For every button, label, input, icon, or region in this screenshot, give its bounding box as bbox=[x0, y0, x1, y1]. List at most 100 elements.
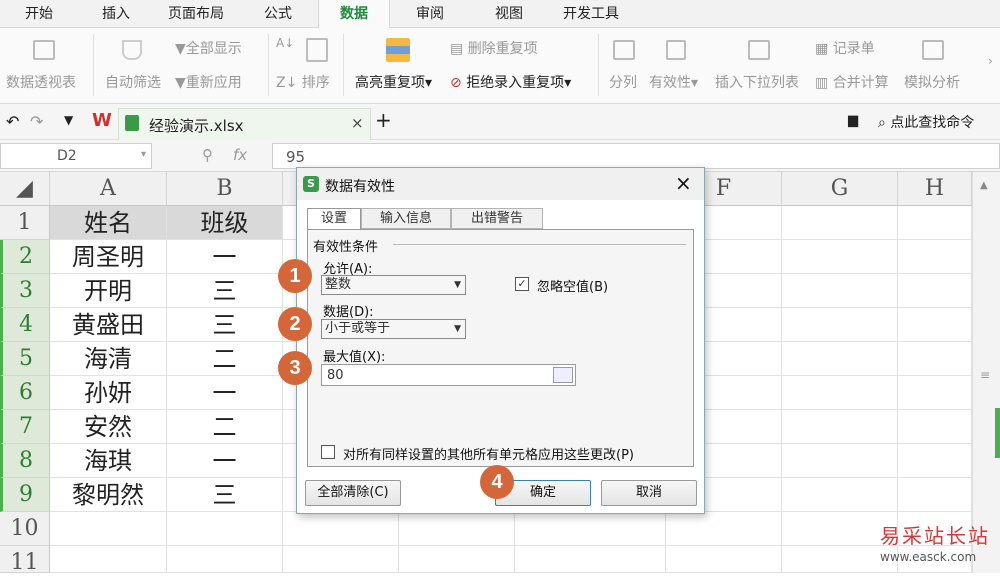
close-icon[interactable]: × bbox=[675, 171, 692, 195]
tab-developer[interactable]: 开发工具 bbox=[548, 0, 634, 28]
pivot-table-button[interactable]: 数据透视表 bbox=[6, 72, 76, 92]
simulate-button[interactable]: 模拟分析 bbox=[904, 72, 960, 92]
validity-button[interactable]: 有效性▾ bbox=[649, 72, 698, 92]
column-header-g[interactable]: G bbox=[782, 172, 898, 206]
tab-data[interactable]: 数据 bbox=[318, 0, 390, 29]
table-cell[interactable] bbox=[782, 478, 898, 512]
table-cell[interactable] bbox=[666, 546, 782, 573]
zoom-search-icon[interactable]: ⚲ bbox=[202, 146, 213, 164]
range-picker-icon[interactable] bbox=[553, 367, 573, 383]
table-cell[interactable]: 班级 bbox=[167, 206, 283, 240]
row-header[interactable]: 11 bbox=[0, 546, 50, 575]
consolidate-button[interactable]: ▥ 合并计算 bbox=[815, 72, 889, 92]
autofilter-button[interactable]: 自动筛选 bbox=[105, 72, 161, 92]
scroll-up-icon[interactable]: ▲ bbox=[980, 180, 988, 191]
table-cell[interactable] bbox=[782, 240, 898, 274]
table-cell[interactable] bbox=[515, 546, 666, 573]
table-cell[interactable]: 孙妍 bbox=[50, 376, 167, 410]
table-cell[interactable] bbox=[666, 512, 782, 546]
tab-insert[interactable]: 插入 bbox=[78, 0, 154, 28]
table-cell[interactable] bbox=[283, 546, 399, 573]
table-cell[interactable] bbox=[782, 206, 898, 240]
row-header[interactable]: 3 bbox=[0, 274, 50, 308]
table-cell[interactable]: 姓名 bbox=[50, 206, 167, 240]
row-header[interactable]: 6 bbox=[0, 376, 50, 410]
table-cell[interactable]: 一 bbox=[167, 444, 283, 478]
table-cell[interactable]: 三 bbox=[167, 308, 283, 342]
data-select[interactable]: 小于或等于 ▼ bbox=[321, 319, 466, 339]
formula-input[interactable]: 95 bbox=[272, 143, 1000, 169]
apply-all-checkbox[interactable] bbox=[321, 445, 335, 459]
row-header[interactable]: 8 bbox=[0, 444, 50, 478]
table-cell[interactable]: 海清 bbox=[50, 342, 167, 376]
table-cell[interactable] bbox=[283, 512, 399, 546]
ribbon-scroll-right-icon[interactable]: › bbox=[988, 54, 993, 68]
file-tab[interactable]: 经验演示.xlsx × bbox=[118, 108, 371, 140]
table-cell[interactable] bbox=[782, 410, 898, 444]
row-header[interactable]: 10 bbox=[0, 512, 50, 546]
table-cell[interactable] bbox=[898, 240, 972, 274]
table-cell[interactable] bbox=[782, 308, 898, 342]
find-command-box[interactable]: ⌕ 点此查找命令 bbox=[878, 112, 974, 132]
table-cell[interactable] bbox=[898, 376, 972, 410]
record-sheet-button[interactable]: ▦ 记录单 bbox=[815, 38, 875, 58]
row-header[interactable]: 4 bbox=[0, 308, 50, 342]
tab-start[interactable]: 开始 bbox=[0, 0, 78, 28]
table-cell[interactable] bbox=[50, 546, 167, 573]
delete-duplicates-button[interactable]: ▤ 删除重复项 bbox=[450, 38, 538, 58]
column-header-h[interactable]: H bbox=[898, 172, 972, 206]
table-cell[interactable] bbox=[782, 342, 898, 376]
highlight-duplicates-button[interactable]: 高亮重复项▾ bbox=[355, 72, 432, 92]
table-cell[interactable] bbox=[399, 546, 515, 573]
table-cell[interactable] bbox=[399, 512, 515, 546]
reapply-button[interactable]: ▼重新应用 bbox=[175, 72, 242, 92]
tab-page-layout[interactable]: 页面布局 bbox=[154, 0, 238, 28]
table-cell[interactable]: 一 bbox=[167, 240, 283, 274]
tab-formula[interactable]: 公式 bbox=[238, 0, 318, 28]
table-cell[interactable]: 二 bbox=[167, 342, 283, 376]
redo-icon[interactable]: ↷ bbox=[30, 112, 43, 131]
table-cell[interactable] bbox=[167, 546, 283, 573]
select-all-corner[interactable]: ◢ bbox=[0, 172, 50, 206]
ignore-blank-checkbox[interactable]: ✓ bbox=[515, 277, 529, 291]
close-tab-icon[interactable]: × bbox=[351, 114, 364, 132]
tab-review[interactable]: 审阅 bbox=[390, 0, 470, 28]
tab-settings[interactable]: 设置 bbox=[307, 208, 361, 230]
allow-select[interactable]: 整数 ▼ bbox=[321, 275, 466, 295]
sort-asc-icon[interactable]: A↓ bbox=[276, 36, 294, 50]
table-cell[interactable] bbox=[898, 274, 972, 308]
show-all-button[interactable]: ▼全部显示 bbox=[175, 38, 242, 58]
table-cell[interactable]: 黄盛田 bbox=[50, 308, 167, 342]
table-cell[interactable]: 二 bbox=[167, 410, 283, 444]
table-cell[interactable] bbox=[50, 512, 167, 546]
tab-input-info[interactable]: 输入信息 bbox=[361, 208, 451, 229]
table-cell[interactable]: 安然 bbox=[50, 410, 167, 444]
row-header[interactable]: 2 bbox=[0, 240, 50, 274]
table-cell[interactable]: 三 bbox=[167, 274, 283, 308]
max-value-input[interactable]: 80 bbox=[321, 364, 576, 386]
table-cell[interactable] bbox=[898, 444, 972, 478]
table-cell[interactable]: 开明 bbox=[50, 274, 167, 308]
new-tab-icon[interactable]: + bbox=[375, 108, 392, 132]
table-cell[interactable]: 海琪 bbox=[50, 444, 167, 478]
table-cell[interactable] bbox=[515, 512, 666, 546]
insert-dropdown-button[interactable]: 插入下拉列表 bbox=[715, 72, 799, 92]
column-header-a[interactable]: A bbox=[50, 172, 167, 206]
tab-view[interactable]: 视图 bbox=[470, 0, 548, 28]
side-handle[interactable] bbox=[995, 408, 1000, 458]
row-header[interactable]: 9 bbox=[0, 478, 50, 512]
table-cell[interactable]: 周圣明 bbox=[50, 240, 167, 274]
reject-duplicates-button[interactable]: ⊘ 拒绝录入重复项▾ bbox=[450, 72, 571, 92]
table-cell[interactable]: 黎明然 bbox=[50, 478, 167, 512]
table-cell[interactable]: 一 bbox=[167, 376, 283, 410]
comment-icon[interactable]: ▆ bbox=[848, 113, 858, 128]
table-cell[interactable]: 三 bbox=[167, 478, 283, 512]
name-box[interactable]: D2 ▾ bbox=[0, 143, 152, 169]
table-cell[interactable] bbox=[898, 410, 972, 444]
cancel-button[interactable]: 取消 bbox=[601, 480, 697, 506]
row-header[interactable]: 1 bbox=[0, 206, 50, 240]
table-cell[interactable] bbox=[898, 308, 972, 342]
name-box-dropdown-icon[interactable]: ▾ bbox=[141, 149, 146, 160]
undo-icon[interactable]: ↶ bbox=[6, 112, 19, 131]
table-cell[interactable] bbox=[782, 274, 898, 308]
